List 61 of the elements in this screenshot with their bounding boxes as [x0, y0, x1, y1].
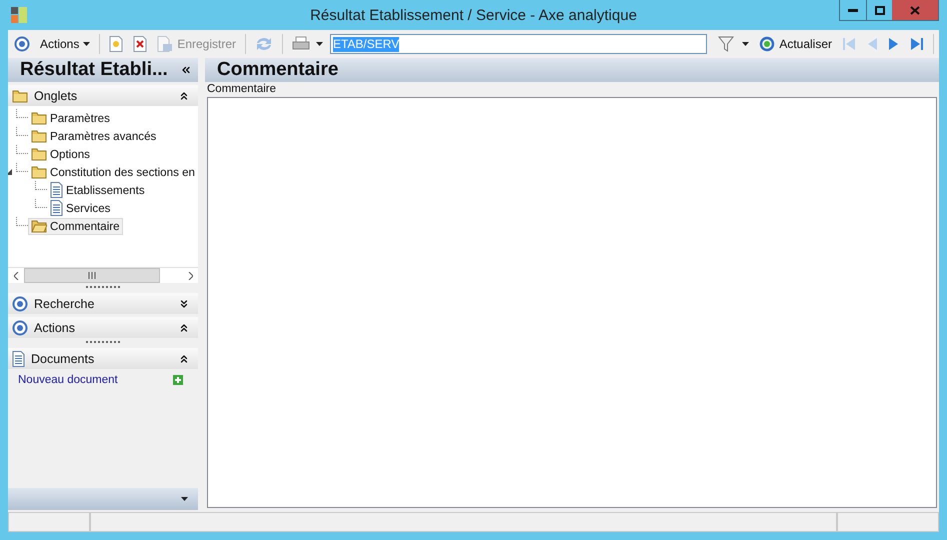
tree-item[interactable]: Paramètres avancés: [28, 128, 160, 144]
first-record-icon: [842, 37, 856, 51]
minimize-icon: [848, 8, 858, 12]
tree-item[interactable]: Options: [28, 146, 93, 162]
delete-document-icon: [133, 36, 148, 52]
save-icon: [157, 36, 174, 52]
section-header[interactable]: Actions: [8, 317, 198, 338]
refresh-button[interactable]: Actualiser: [756, 33, 835, 55]
comment-field[interactable]: [207, 97, 937, 508]
next-icon: [888, 37, 900, 51]
caret-icon: [181, 497, 188, 501]
panel-title: Résultat Etabli...: [20, 59, 168, 81]
maximize-icon: [874, 6, 884, 14]
folder-icon: [12, 88, 28, 102]
folder-icon: [31, 111, 47, 125]
new-document-link[interactable]: Nouveau document: [18, 374, 118, 386]
collapse-icon: [178, 322, 190, 334]
close-button[interactable]: [892, 0, 938, 20]
tree-item[interactable]: Commentaire: [28, 218, 123, 234]
close-icon: [910, 6, 920, 14]
grip-icon: [88, 272, 96, 279]
document-icon: [12, 350, 25, 366]
target-icon: [14, 36, 30, 52]
folder-icon: [30, 165, 47, 179]
caret-icon: [83, 42, 90, 46]
tree-item[interactable]: Paramètres: [28, 110, 113, 126]
tree-item[interactable]: Services: [47, 200, 114, 216]
section-header[interactable]: Documents: [8, 348, 198, 369]
document-icon: [50, 182, 63, 198]
printer-icon: [292, 36, 310, 52]
add-icon[interactable]: [173, 375, 183, 385]
app-logo: [10, 6, 28, 24]
open-folder-icon: [31, 219, 47, 233]
section-header[interactable]: Recherche: [8, 293, 198, 314]
caret-icon: [316, 42, 323, 46]
content-title: Commentaire: [217, 59, 338, 81]
actions-menu-button[interactable]: Actions: [37, 33, 94, 55]
refresh-icon: [759, 36, 776, 52]
previous-icon: [866, 37, 878, 51]
caret-icon: [742, 42, 750, 46]
window-title: Résultat Etablissement / Service - Axe analytique: [310, 7, 637, 24]
folder-icon: [31, 147, 47, 161]
collapse-icon: [178, 90, 190, 102]
filter-icon: [718, 36, 734, 52]
collapse-panel-icon[interactable]: [180, 64, 192, 76]
collapse-icon: [178, 352, 190, 364]
group-label: Commentaire: [206, 82, 278, 95]
tree-item[interactable]: Constitution des sections en: [28, 164, 198, 180]
target-icon: [12, 320, 28, 336]
scroll-left-icon[interactable]: [14, 272, 18, 280]
sync-icon: [254, 36, 273, 52]
target-icon: [12, 296, 28, 312]
new-document-icon: [109, 36, 124, 52]
horizontal-scrollbar[interactable]: [8, 267, 198, 283]
section-header[interactable]: Onglets: [8, 85, 198, 106]
folder-icon: [31, 129, 47, 143]
tree-item[interactable]: Etablissements: [47, 182, 148, 198]
document-icon: [50, 200, 63, 216]
last-record-icon: [910, 37, 924, 51]
expand-icon: [178, 298, 190, 310]
scroll-right-icon[interactable]: [188, 272, 192, 280]
